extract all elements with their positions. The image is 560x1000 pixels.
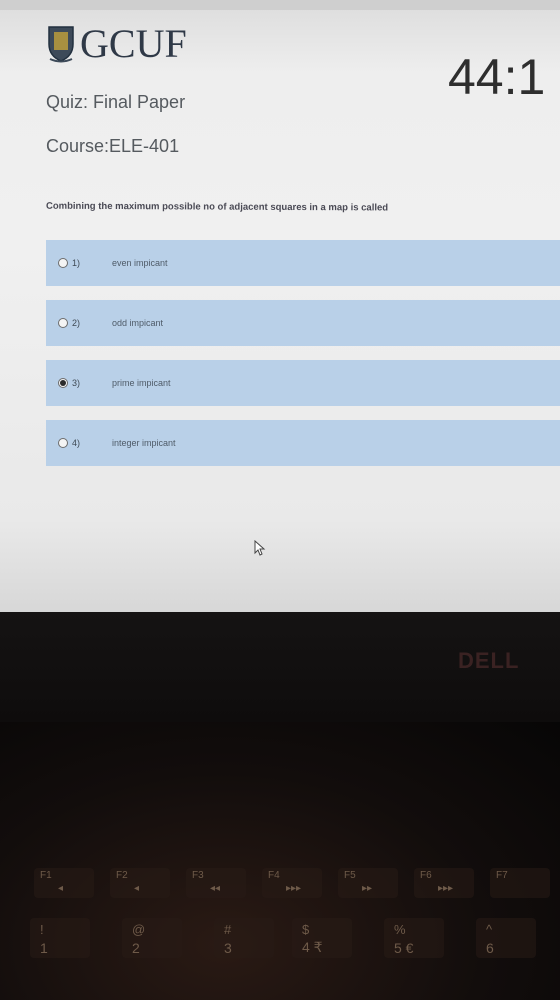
browser-screen: GCUF 44:1 Quiz: Final Paper Course:ELE-4… (0, 0, 560, 612)
key-top-label: ^ (486, 922, 493, 937)
key-top-label: ! (40, 922, 44, 937)
option-number: 1) (72, 258, 81, 268)
top-strip (0, 0, 560, 10)
key-top-label: F1 (40, 870, 52, 881)
key-bottom-label: 5 € (394, 940, 414, 956)
key-1[interactable]: ! 1 (30, 918, 90, 958)
radio-button[interactable] (58, 438, 68, 448)
key-f5[interactable]: F5 ▸▸ (338, 868, 398, 898)
option-number: 4) (72, 438, 81, 448)
option-number: 3) (72, 378, 81, 388)
radio-button[interactable] (58, 318, 68, 328)
key-bottom-label: 6 (486, 940, 494, 956)
answer-option-1[interactable]: 1) even impicant (46, 240, 560, 286)
course-label: Course:ELE-401 (46, 136, 180, 156)
mouse-cursor-icon (254, 540, 266, 556)
option-label: even impicant (112, 258, 168, 268)
answer-option-4[interactable]: 4) integer impicant (46, 420, 560, 466)
key-top-label: F3 (192, 870, 204, 881)
key-f6[interactable]: F6 ▸▸▸ (414, 868, 474, 898)
question-text: Combining the maximum possible no of adj… (45, 200, 389, 214)
key-f4[interactable]: F4 ▸▸▸ (262, 868, 322, 898)
key-3[interactable]: #3 (214, 918, 274, 958)
university-logo: GCUF (46, 24, 187, 64)
shield-crest-icon (48, 26, 74, 63)
countdown-timer: 44:1 (448, 49, 546, 105)
key-bottom-label: 4 ₹ (302, 939, 323, 955)
key-bottom-label: 2 (132, 940, 140, 956)
key-top-label: $ (302, 922, 310, 937)
key-bottom-label: ◂ (58, 883, 64, 894)
key-top-label: F6 (420, 870, 432, 881)
key-top-label: F7 (496, 870, 508, 881)
key-bottom-label: ◂◂ (210, 883, 221, 894)
option-label: prime impicant (112, 378, 171, 388)
key-bottom-label: ▸▸▸ (286, 883, 302, 894)
key-bottom-label: 1 (40, 940, 48, 956)
logo-text: GCUF (80, 21, 187, 66)
option-label: integer impicant (112, 438, 176, 448)
key-top-label: @ (132, 922, 146, 937)
radio-button[interactable] (58, 258, 68, 268)
key-top-label: % (394, 922, 406, 937)
key-top-label: F4 (268, 870, 280, 881)
option-number: 2) (72, 318, 81, 328)
key-bottom-label: ◂ (134, 883, 140, 894)
key-5[interactable]: % 5 € (384, 918, 444, 958)
key-f7[interactable]: F7 (490, 868, 550, 898)
key-2[interactable]: @2 (122, 918, 182, 958)
answer-option-3[interactable]: 3) prime impicant (46, 360, 560, 406)
key-f1[interactable]: F1 ◂ (34, 868, 94, 898)
key-top-label: F2 (116, 870, 128, 881)
key-f2[interactable]: F2 ◂ (110, 868, 170, 898)
option-label: odd impicant (112, 318, 164, 328)
key-f3[interactable]: F3 ◂◂ (186, 868, 246, 898)
key-bottom-label: 3 (224, 940, 232, 956)
keyboard-deck (0, 722, 560, 1000)
answer-options: 1) even impicant 2) odd impicant 3) prim… (46, 240, 560, 480)
key-bottom-label: ▸▸▸ (438, 883, 454, 894)
key-bottom-label: ▸▸ (362, 883, 373, 894)
key-6[interactable]: ^ 6 (476, 918, 536, 958)
answer-option-2[interactable]: 2) odd impicant (46, 300, 560, 346)
key-top-label: # (224, 922, 232, 937)
key-top-label: F5 (344, 870, 356, 881)
key-4[interactable]: $4 ₹ (292, 918, 352, 958)
brand-logo: DELL (458, 648, 520, 673)
quiz-title: Quiz: Final Paper (46, 92, 186, 112)
radio-dot (60, 380, 66, 386)
radio-button-selected[interactable] (58, 378, 68, 388)
